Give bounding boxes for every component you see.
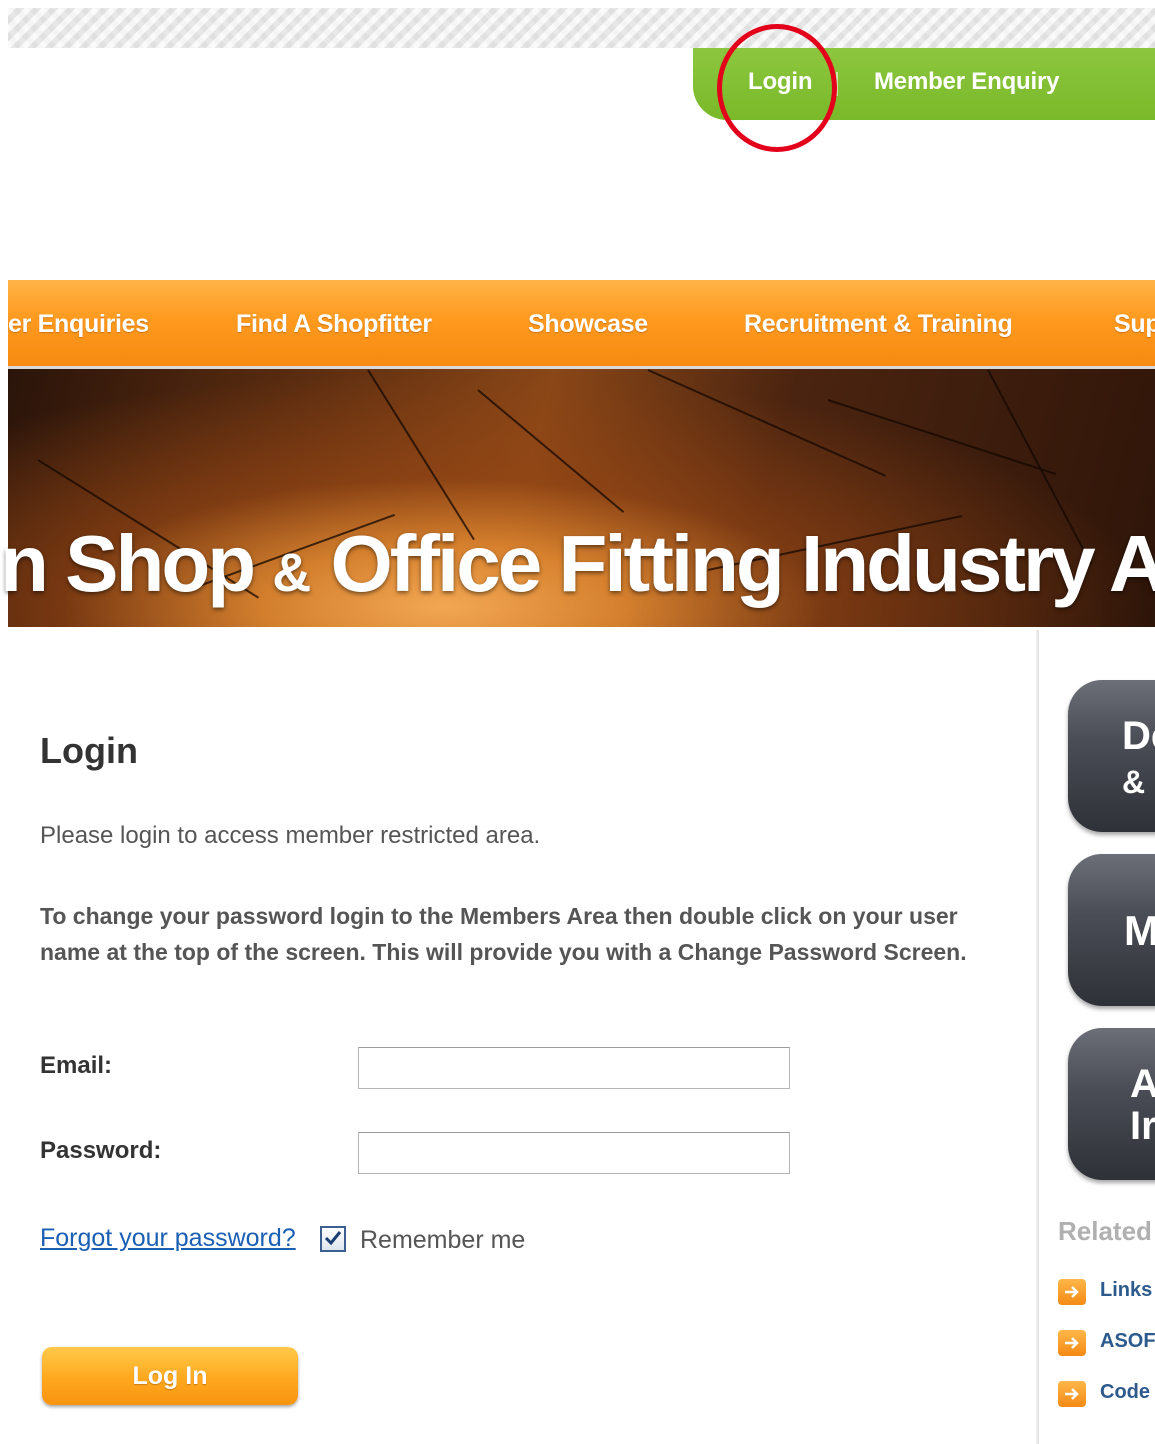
sidebar-tile-1-line2: & I	[1122, 764, 1155, 800]
sidebar-tile-3-line2: Ir	[1130, 1104, 1155, 1148]
password-instructions: To change your password login to the Mem…	[40, 903, 967, 965]
sidebar-tile-2[interactable]: M	[1068, 854, 1155, 1006]
nav-item-enquiries[interactable]: er Enquiries	[8, 310, 149, 339]
remember-me-checkbox[interactable]	[320, 1226, 346, 1252]
sidebar-divider	[1036, 630, 1039, 1444]
nav-item-showcase[interactable]: Showcase	[528, 310, 648, 339]
banner-beam	[647, 369, 886, 477]
arrow-right-icon	[1058, 1279, 1086, 1305]
banner-title-amp: &	[272, 543, 312, 603]
email-label: Email:	[40, 1052, 113, 1079]
banner-beam	[477, 389, 625, 513]
nav-item-support[interactable]: Sup	[1114, 310, 1155, 339]
nav-item-recruitment-training[interactable]: Recruitment & Training	[744, 310, 1013, 339]
banner-title-pre: n Shop	[0, 519, 273, 608]
related-link-label[interactable]: Code	[1100, 1381, 1150, 1404]
log-in-button[interactable]: Log In	[42, 1347, 298, 1405]
utility-login-link[interactable]: Login	[748, 68, 813, 96]
related-link-label[interactable]: ASOF	[1100, 1330, 1155, 1353]
banner-beam	[367, 369, 475, 541]
email-field[interactable]	[358, 1047, 790, 1089]
arrow-right-icon	[1058, 1381, 1086, 1407]
sidebar-tile-1-line1: De	[1122, 714, 1155, 758]
arrow-right-icon	[1058, 1330, 1086, 1356]
banner-title: n Shop & Office Fitting Industry Ass	[0, 518, 1155, 610]
related-link-label[interactable]: Links	[1100, 1279, 1152, 1302]
utility-member-enquiry-link[interactable]: Member Enquiry	[874, 68, 1059, 96]
sidebar-tile-1[interactable]: De & I	[1068, 680, 1155, 832]
related-heading: Related	[1058, 1216, 1152, 1246]
forgot-password-link[interactable]: Forgot your password?	[40, 1224, 296, 1253]
password-label: Password:	[40, 1137, 162, 1164]
utility-separator	[836, 72, 838, 96]
nav-item-find-a-shopfitter[interactable]: Find A Shopfitter	[236, 310, 432, 339]
remember-me-label: Remember me	[360, 1226, 526, 1254]
banner-title-post: Office Fitting Industry Ass	[311, 519, 1155, 608]
checkmark-icon	[324, 1231, 342, 1246]
page-title: Login	[40, 730, 138, 771]
sidebar-tile-3-line1: A	[1130, 1062, 1155, 1106]
sidebar-tile-3[interactable]: A Ir	[1068, 1028, 1155, 1180]
page: Login Member Enquiry er Enquiries Find A…	[0, 0, 1155, 1444]
password-field[interactable]	[358, 1132, 790, 1174]
sidebar-tile-2-line1: M	[1124, 907, 1155, 954]
intro-text: Please login to access member restricted…	[40, 822, 541, 849]
top-texture-strip	[8, 8, 1155, 48]
